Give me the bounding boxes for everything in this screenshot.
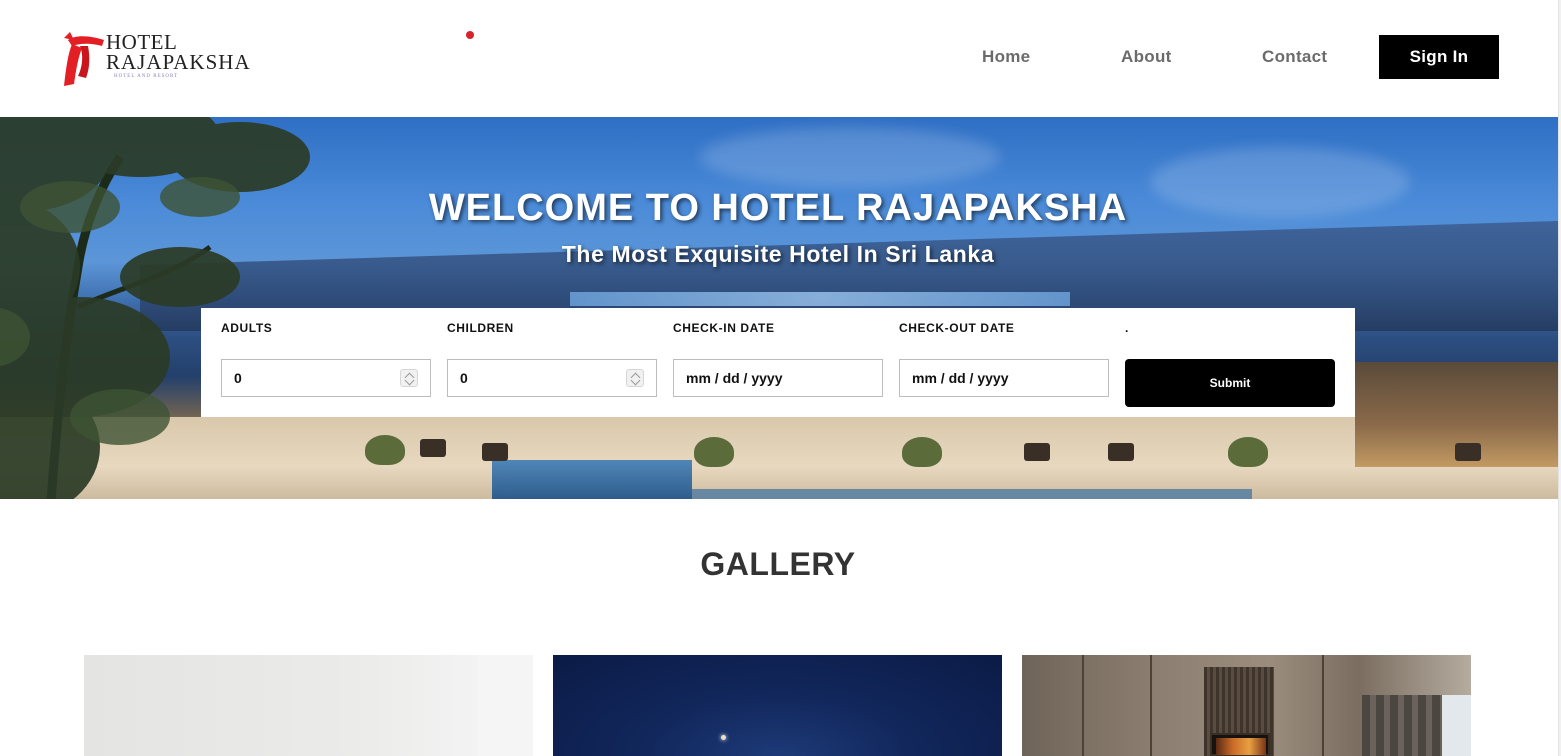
cloud-decoration [700, 127, 1000, 187]
chair-image [420, 439, 446, 457]
red-scarf-logo-icon [64, 32, 104, 86]
adults-label: ADULTS [221, 321, 273, 335]
hotel-logo[interactable]: HOTEL RAJAPAKSHA HOTEL AND RESORT [62, 30, 262, 90]
gallery-image-1[interactable] [84, 655, 533, 756]
check-in-date-input[interactable]: mm / dd / yyyy [673, 359, 883, 397]
adults-stepper-icon[interactable] [400, 369, 418, 387]
chair-image [1024, 443, 1050, 461]
window-image [1442, 695, 1471, 756]
booking-form: ADULTS 0 CHILDREN 0 CHECK-IN DATE mm / d… [201, 308, 1355, 417]
red-dot-decoration [466, 31, 474, 39]
plant-pot-image [694, 437, 734, 467]
children-input[interactable]: 0 [447, 359, 657, 397]
nav-contact-link[interactable]: Contact [1262, 47, 1327, 67]
chair-image [482, 443, 508, 461]
check-in-label: CHECK-IN DATE [673, 321, 775, 335]
site-header: HOTEL RAJAPAKSHA HOTEL AND RESORT Home A… [0, 0, 1561, 117]
television-image [1210, 733, 1270, 756]
sign-in-button[interactable]: Sign In [1379, 35, 1499, 79]
check-out-label: CHECK-OUT DATE [899, 321, 1015, 335]
curtain-image [1362, 695, 1442, 756]
wall-panel-line [1082, 655, 1084, 756]
gallery-title: GALLERY [700, 546, 856, 582]
nav-home-link[interactable]: Home [982, 47, 1030, 67]
check-in-placeholder: mm / dd / yyyy [686, 370, 783, 386]
logo-tagline: HOTEL AND RESORT [114, 74, 179, 79]
gallery-image-2[interactable] [553, 655, 1002, 756]
plant-pot-image [1228, 437, 1268, 467]
pool-image [492, 460, 692, 499]
wall-panel-line [1150, 655, 1152, 756]
gallery-image-3[interactable] [1022, 655, 1471, 756]
plant-pot-image [902, 437, 942, 467]
check-out-date-input[interactable]: mm / dd / yyyy [899, 359, 1109, 397]
check-out-placeholder: mm / dd / yyyy [912, 370, 1009, 386]
wall-panel-line [1322, 655, 1324, 756]
tv-screen-image [1216, 738, 1266, 755]
chair-image [1455, 443, 1481, 461]
chair-image [1108, 443, 1134, 461]
submit-caption: . [1125, 321, 1129, 335]
hero-title: WELCOME TO HOTEL RAJAPAKSHA [428, 187, 1128, 229]
logo-text-line2: RAJAPAKSHA [106, 50, 251, 74]
white-wall-image [477, 655, 533, 756]
children-stepper-icon[interactable] [626, 369, 644, 387]
adults-value: 0 [234, 370, 242, 386]
nav-about-link[interactable]: About [1121, 47, 1172, 67]
roof-light-image [570, 292, 1070, 306]
children-label: CHILDREN [447, 321, 514, 335]
adults-input[interactable]: 0 [221, 359, 431, 397]
children-value: 0 [460, 370, 468, 386]
pool-edge-image [692, 489, 1252, 499]
moon-image [721, 735, 726, 740]
submit-button[interactable]: Submit [1125, 359, 1335, 407]
hero-subtitle: The Most Exquisite Hotel In Sri Lanka [561, 241, 995, 267]
plant-pot-image [365, 435, 405, 465]
